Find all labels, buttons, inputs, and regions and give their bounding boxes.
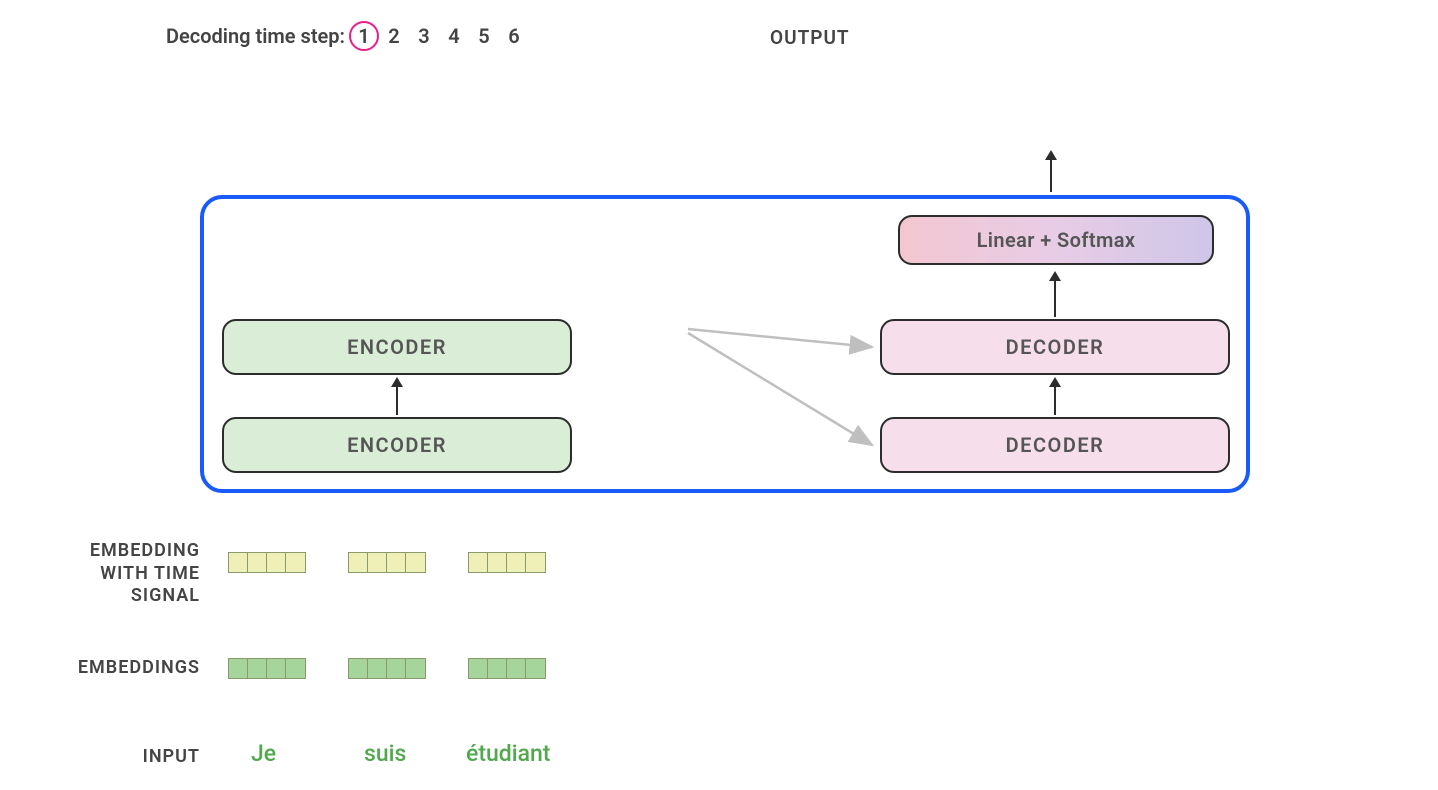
vec-emb-0	[228, 658, 306, 679]
transformer-box: Linear + Softmax ENCODER ENCODER DECODER…	[200, 195, 1250, 493]
timestep-1: 1	[351, 24, 377, 48]
timestep-2: 2	[381, 24, 407, 48]
label-embedding-time: EMBEDDING WITH TIME SIGNAL	[42, 540, 200, 608]
vec-emb-1	[348, 658, 426, 679]
arrow-output	[1050, 158, 1052, 192]
timestep-4: 4	[441, 24, 467, 48]
timestep-5: 5	[471, 24, 497, 48]
diagram-container: Decoding time step: 1 2 3 4 5 6 OUTPUT L…	[0, 0, 1438, 790]
vec-time-1	[348, 552, 426, 573]
timestep-6: 6	[501, 24, 527, 48]
timestep-row: Decoding time step: 1 2 3 4 5 6	[166, 24, 527, 48]
timestep-3: 3	[411, 24, 437, 48]
timestep-label: Decoding time step:	[166, 24, 345, 48]
vec-emb-2	[468, 658, 546, 679]
input-word-1: suis	[364, 740, 406, 767]
cross-attention-arrows	[204, 199, 1254, 497]
output-label: OUTPUT	[770, 26, 850, 49]
vec-time-2	[468, 552, 546, 573]
label-input: INPUT	[110, 746, 200, 769]
label-embeddings: EMBEDDINGS	[58, 657, 200, 680]
input-word-0: Je	[251, 740, 276, 767]
vec-time-0	[228, 552, 306, 573]
input-word-2: étudiant	[466, 740, 550, 767]
